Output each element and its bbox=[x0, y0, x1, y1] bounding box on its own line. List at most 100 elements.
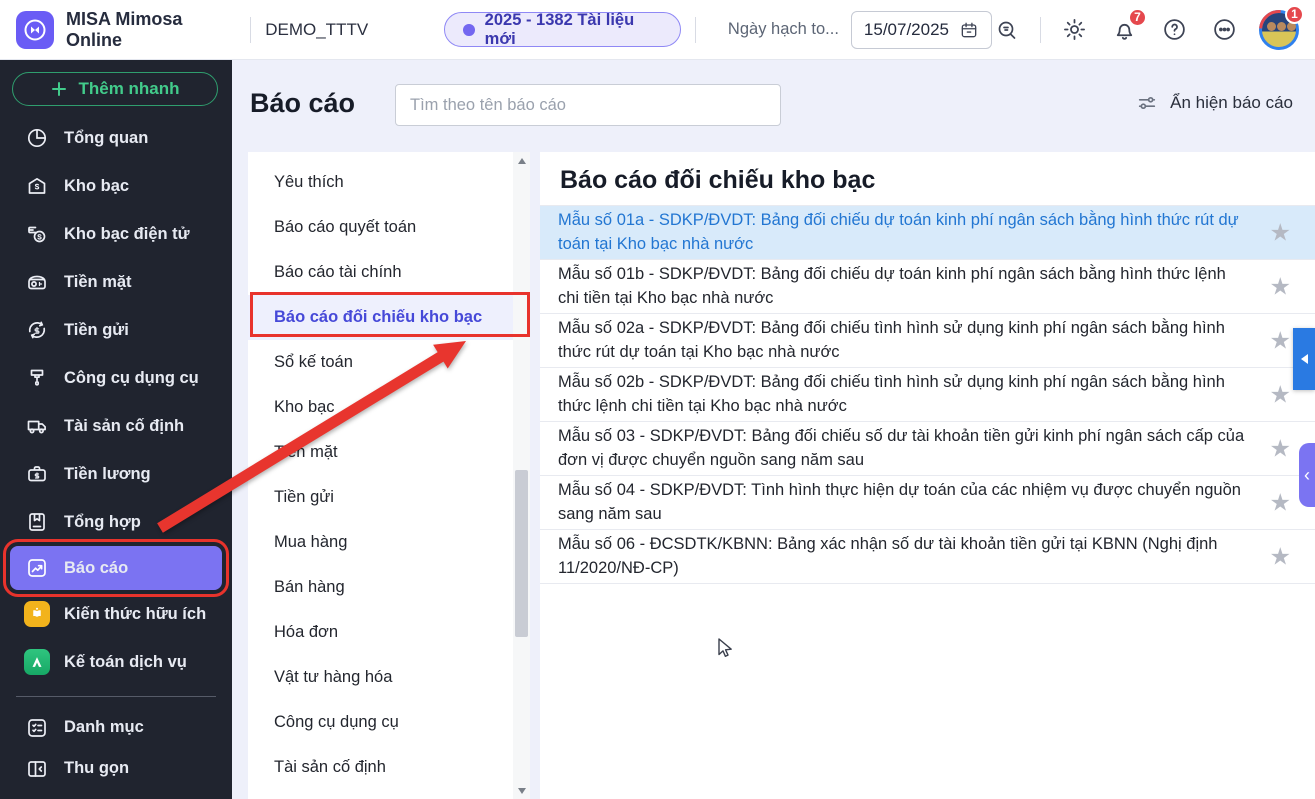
report-name: Mẫu số 02b - SDKP/ĐVDT: Bảng đối chiếu t… bbox=[558, 373, 1225, 415]
sidebar-item-tien-gui[interactable]: Tiền gửi bbox=[0, 306, 232, 354]
sidebar-item-ke-toan-dich-vu[interactable]: Kế toán dịch vụ bbox=[0, 638, 232, 686]
page-title: Báo cáo bbox=[250, 88, 356, 118]
avatar-badge: 1 bbox=[1285, 4, 1304, 24]
calendar-icon[interactable] bbox=[959, 20, 979, 40]
right-drawer-tab[interactable]: ‹ bbox=[1299, 443, 1315, 507]
pill-label: 2025 - 1382 Tài liệu mới bbox=[484, 10, 635, 48]
sidebar-item-label: Kho bạc bbox=[64, 176, 130, 195]
treasury-icon bbox=[24, 173, 50, 199]
category-ban-hang[interactable]: Bán hàng bbox=[248, 565, 530, 610]
avatar[interactable]: 1 bbox=[1259, 4, 1304, 50]
report-name: Mẫu số 01b - SDKP/ĐVDT: Bảng đối chiếu d… bbox=[558, 265, 1226, 307]
sidebar-item-label: Kế toán dịch vụ bbox=[64, 652, 187, 671]
posting-date-value: 15/07/2025 bbox=[863, 19, 949, 39]
category-tien-gui[interactable]: Tiền gửi bbox=[248, 475, 530, 520]
catalog-icon bbox=[24, 715, 50, 741]
help-icon[interactable] bbox=[1159, 15, 1189, 45]
cash-icon bbox=[24, 269, 50, 295]
quick-add-button[interactable]: Thêm nhanh bbox=[12, 72, 218, 107]
posting-date-label: Ngày hạch to... bbox=[727, 20, 839, 38]
report-row[interactable]: Mẫu số 06 - ĐCSDTK/KBNN: Bảng xác nhận s… bbox=[540, 530, 1315, 584]
arrow-left-icon bbox=[1300, 354, 1308, 364]
favorite-star-icon[interactable]: ★ bbox=[1269, 434, 1291, 463]
report-search-input[interactable] bbox=[395, 84, 781, 126]
header-divider bbox=[1040, 16, 1041, 43]
new-documents-pill[interactable]: 2025 - 1382 Tài liệu mới bbox=[444, 10, 681, 48]
posting-date-field[interactable]: 15/07/2025 bbox=[850, 10, 992, 49]
sidebar-item-label: Tiền gửi bbox=[64, 320, 129, 339]
favorite-star-icon[interactable]: ★ bbox=[1269, 380, 1291, 409]
favorite-star-icon[interactable]: ★ bbox=[1269, 488, 1291, 517]
bell-icon[interactable]: 7 bbox=[1109, 7, 1147, 45]
category-bao-cao-quyet-toan[interactable]: Báo cáo quyết toán bbox=[248, 205, 530, 250]
report-name: Mẫu số 02a - SDKP/ĐVDT: Bảng đối chiếu t… bbox=[558, 319, 1225, 361]
sidebar-item-label: Báo cáo bbox=[64, 558, 129, 577]
collapse-icon bbox=[24, 756, 50, 782]
sidebar-item-kien-thuc-huu-ich[interactable]: Kiến thức hữu ích bbox=[0, 590, 232, 638]
notification-badge: 7 bbox=[1128, 7, 1147, 27]
report-icon bbox=[24, 555, 50, 581]
sidebar-item-tien-luong[interactable]: Tiền lương bbox=[0, 450, 232, 498]
misa-logo-icon[interactable] bbox=[16, 10, 54, 49]
plus-icon bbox=[52, 82, 67, 97]
scrollbar-thumb[interactable] bbox=[515, 470, 528, 637]
sidebar-item-bao-cao[interactable]: Báo cáo bbox=[3, 539, 229, 598]
favorite-star-icon[interactable]: ★ bbox=[1269, 218, 1291, 247]
gear-icon[interactable] bbox=[1059, 15, 1089, 45]
sidebar-item-tong-hop[interactable]: Tổng hợp bbox=[0, 498, 232, 546]
sidebar-item-tai-san-co-dinh[interactable]: Tài sản cố định bbox=[0, 402, 232, 450]
search-icon[interactable] bbox=[992, 15, 1022, 45]
category-bao-cao-tai-chinh[interactable]: Báo cáo tài chính bbox=[248, 250, 530, 295]
sidebar-item-tong-quan[interactable]: Tổng quan bbox=[0, 114, 232, 162]
sidebar-item-label: Tổng hợp bbox=[64, 512, 141, 531]
category-hoa-don[interactable]: Hóa đơn bbox=[248, 610, 530, 655]
sidebar-item-cong-cu-dung-cu[interactable]: Công cụ dụng cụ bbox=[0, 354, 232, 402]
favorite-star-icon[interactable]: ★ bbox=[1269, 326, 1291, 355]
sidebar-item-label: Tiền lương bbox=[64, 464, 151, 483]
report-name: Mẫu số 01a - SDKP/ĐVDT: Bảng đối chiếu d… bbox=[558, 211, 1239, 253]
report-row[interactable]: Mẫu số 02a - SDKP/ĐVDT: Bảng đối chiếu t… bbox=[540, 314, 1315, 368]
toggle-reports-button[interactable]: Ẩn hiện báo cáo bbox=[1136, 92, 1293, 114]
app-title: MISA Mimosa Online bbox=[66, 8, 183, 50]
scroll-up-icon[interactable] bbox=[513, 152, 530, 169]
report-row[interactable]: Mẫu số 01a - SDKP/ĐVDT: Bảng đối chiếu d… bbox=[540, 206, 1315, 260]
toggle-reports-label: Ẩn hiện báo cáo bbox=[1170, 93, 1293, 112]
category-kho-bac[interactable]: Kho bạc bbox=[248, 385, 530, 430]
right-flyout-tab[interactable] bbox=[1293, 328, 1315, 390]
service-icon bbox=[24, 649, 50, 676]
sliders-icon bbox=[1136, 92, 1158, 114]
sidebar-item-kho-bac-dien-tu[interactable]: Kho bạc điện tử bbox=[0, 210, 232, 258]
sidebar-item-label: Tiền mặt bbox=[64, 272, 132, 291]
category-vat-tu-hang-hoa[interactable]: Vật tư hàng hóa bbox=[248, 655, 530, 700]
tools-icon bbox=[24, 365, 50, 391]
report-row[interactable]: Mẫu số 01b - SDKP/ĐVDT: Bảng đối chiếu d… bbox=[540, 260, 1315, 314]
sidebar-item-label: Danh mục bbox=[64, 718, 144, 737]
categories-scrollbar[interactable] bbox=[513, 152, 530, 799]
category-cong-cu-dung-cu[interactable]: Công cụ dụng cụ bbox=[248, 700, 530, 745]
more-icon[interactable] bbox=[1209, 15, 1239, 45]
sidebar-item-label: Tổng quan bbox=[64, 128, 149, 147]
report-row[interactable]: Mẫu số 03 - SDKP/ĐVDT: Bảng đối chiếu số… bbox=[540, 422, 1315, 476]
favorite-star-icon[interactable]: ★ bbox=[1269, 272, 1291, 301]
favorite-star-icon[interactable]: ★ bbox=[1269, 542, 1291, 571]
category-tien-mat[interactable]: Tiền mặt bbox=[248, 430, 530, 475]
category-bao-cao-doi-chieu-kho-bac[interactable]: Báo cáo đối chiếu kho bạc bbox=[248, 295, 530, 340]
salary-icon bbox=[24, 461, 50, 487]
sidebar-item-tien-mat[interactable]: Tiền mặt bbox=[0, 258, 232, 306]
knowledge-icon bbox=[24, 601, 50, 628]
category-mua-hang[interactable]: Mua hàng bbox=[248, 520, 530, 565]
category-so-ke-toan[interactable]: Sổ kế toán bbox=[248, 340, 530, 385]
collapse-sidebar-button[interactable]: Thu gọn bbox=[0, 748, 232, 789]
report-row[interactable]: Mẫu số 04 - SDKP/ĐVDT: Tình hình thực hi… bbox=[540, 476, 1315, 530]
sidebar-item-danh-muc[interactable]: Danh mục bbox=[0, 707, 232, 748]
report-row[interactable]: Mẫu số 02b - SDKP/ĐVDT: Bảng đối chiếu t… bbox=[540, 368, 1315, 422]
category-tai-san-co-dinh[interactable]: Tài sản cố định bbox=[248, 745, 530, 790]
category-yeu-thich[interactable]: Yêu thích bbox=[248, 160, 530, 205]
report-categories-panel: Yêu thích Báo cáo quyết toán Báo cáo tài… bbox=[248, 152, 530, 799]
sidebar: Thêm nhanh Tổng quan Kho bạc Kho bạc điệ… bbox=[0, 60, 232, 799]
sidebar-item-label: Kho bạc điện tử bbox=[64, 224, 190, 243]
sidebar-item-kho-bac[interactable]: Kho bạc bbox=[0, 162, 232, 210]
report-name: Mẫu số 04 - SDKP/ĐVDT: Tình hình thực hi… bbox=[558, 481, 1241, 523]
scroll-down-icon[interactable] bbox=[513, 782, 530, 799]
truck-icon bbox=[24, 413, 50, 439]
